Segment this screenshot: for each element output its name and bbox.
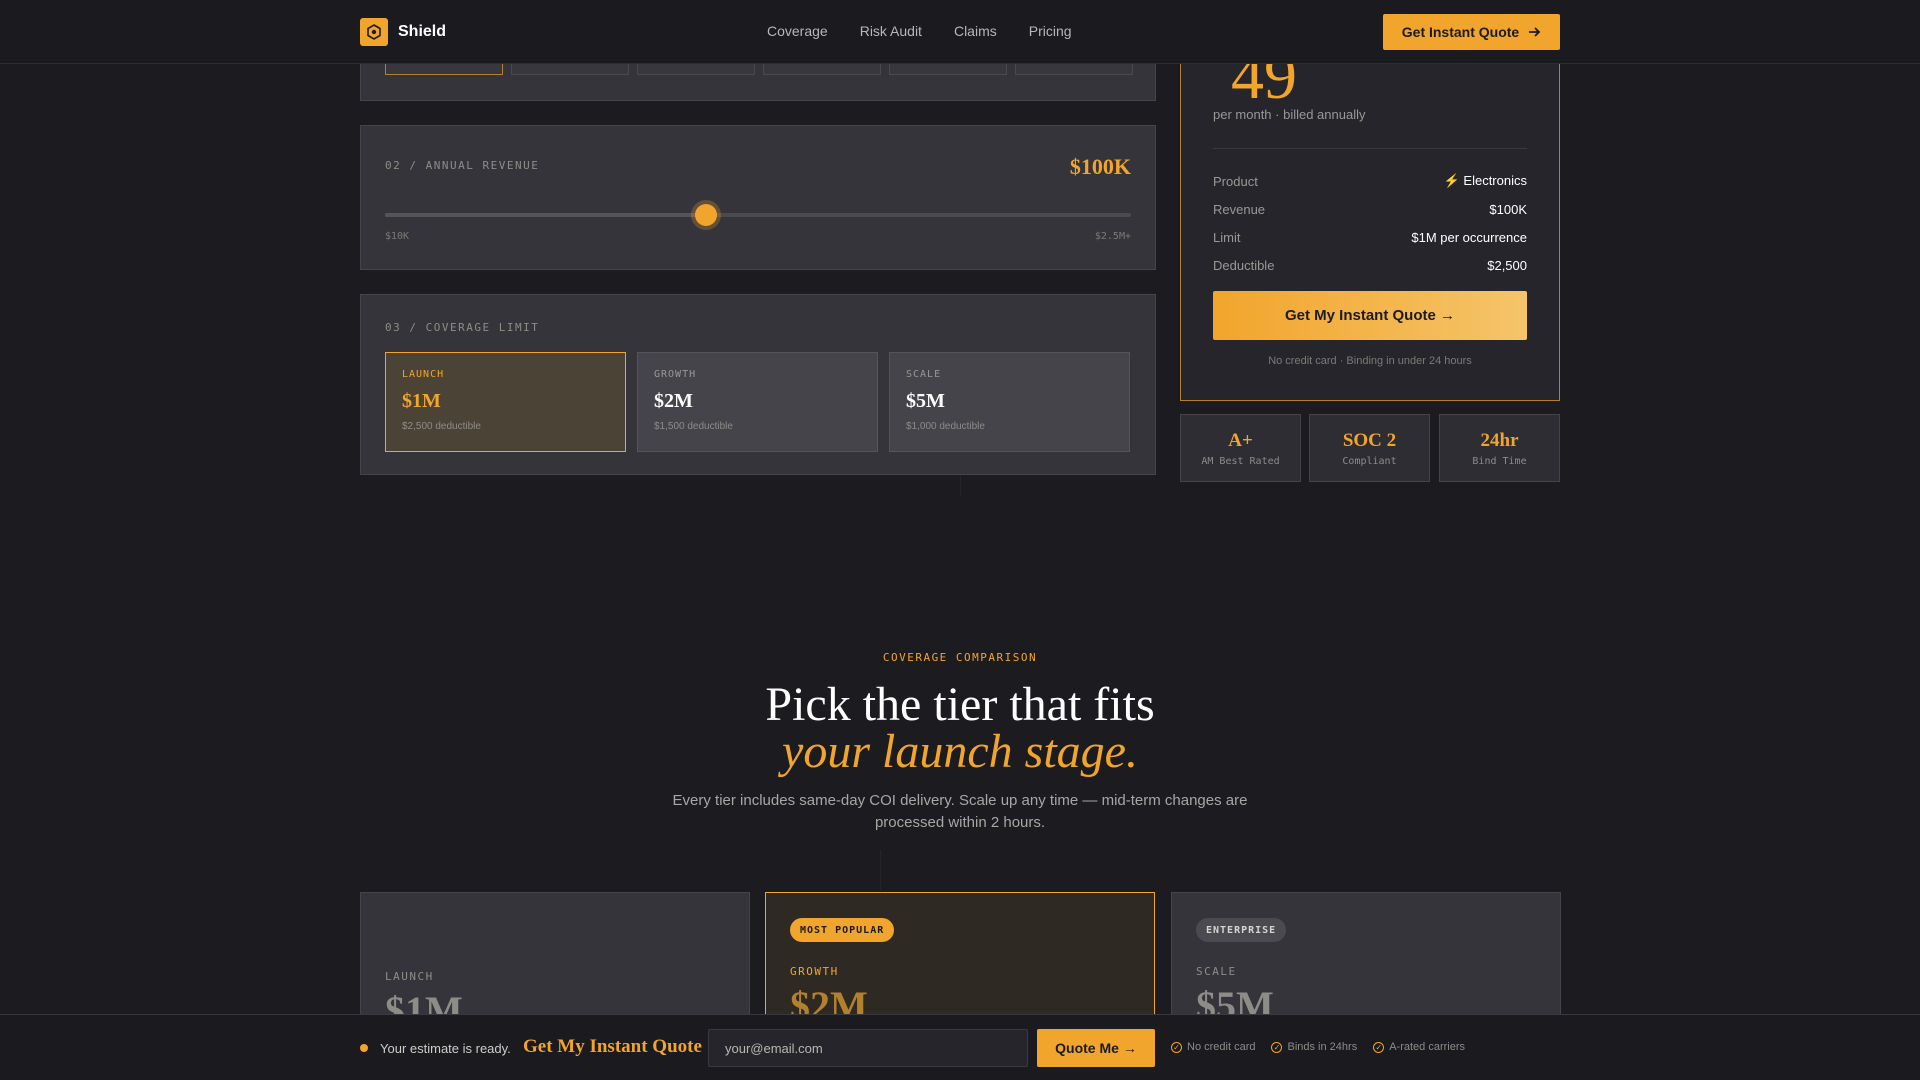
guide-line bbox=[960, 475, 961, 495]
email-input[interactable] bbox=[708, 1029, 1028, 1067]
coverage-label: 03 / COVERAGE LIMIT bbox=[385, 321, 540, 334]
revenue-label: 02 / ANNUAL REVENUE bbox=[385, 159, 540, 172]
quote-row-revenue: Revenue $100K bbox=[1213, 195, 1527, 223]
nav-links: Coverage Risk Audit Claims Pricing bbox=[767, 23, 1072, 39]
get-my-instant-quote-button[interactable]: Get My Instant Quote → bbox=[1213, 291, 1527, 340]
nav-cta-label: Get Instant Quote bbox=[1401, 24, 1520, 40]
shield-logo-icon bbox=[360, 18, 388, 46]
sticky-quote-bar: Your estimate is ready. Get My Instant Q… bbox=[0, 1014, 1920, 1080]
quote-period: per month · billed annually bbox=[1213, 107, 1366, 122]
check-icon: ✓ bbox=[1271, 1041, 1283, 1053]
slider-thumb[interactable] bbox=[694, 204, 717, 226]
badge-caption: AM Best Rated bbox=[1201, 456, 1280, 467]
coverage-tier: SCALE bbox=[906, 369, 942, 380]
row-value: $2,500 bbox=[1487, 257, 1527, 273]
quote-row-product: Product ⚡ Electronics bbox=[1213, 167, 1527, 195]
row-key: Revenue bbox=[1213, 201, 1266, 217]
tier-label: LAUNCH bbox=[385, 970, 434, 983]
row-value: $1M per occurrence bbox=[1411, 229, 1527, 245]
arrow-right-icon bbox=[1529, 27, 1541, 37]
quote-details: Product ⚡ Electronics Revenue $100K Limi… bbox=[1213, 167, 1527, 279]
quote-me-button[interactable]: Quote Me → bbox=[1037, 1029, 1155, 1067]
check-item: ✓ No credit card bbox=[1171, 1041, 1255, 1053]
check-label: A-rated carriers bbox=[1389, 1041, 1465, 1053]
badge-caption: Compliant bbox=[1342, 456, 1397, 467]
bottom-bar-title: Get My Instant Quote bbox=[523, 1036, 702, 1057]
nav-link-pricing[interactable]: Pricing bbox=[1029, 23, 1072, 39]
coverage-tier: GROWTH bbox=[654, 369, 697, 380]
badge-value: SOC 2 bbox=[1342, 430, 1397, 451]
estimate-ready-text: Your estimate is ready. bbox=[380, 1041, 511, 1056]
get-instant-quote-button[interactable]: Get Instant Quote bbox=[1383, 14, 1560, 50]
check-icon: ✓ bbox=[1373, 1041, 1385, 1053]
coverage-option-scale[interactable]: SCALE $5M $1,000 deductible bbox=[889, 352, 1130, 452]
enterprise-badge: ENTERPRISE bbox=[1196, 918, 1287, 942]
brand-name: Shield bbox=[398, 23, 447, 40]
coverage-deductible: $2,500 deductible bbox=[402, 421, 481, 432]
coverage-limit-panel: 03 / COVERAGE LIMIT LAUNCH $1M $2,500 de… bbox=[360, 294, 1156, 475]
row-key: Deductible bbox=[1213, 257, 1275, 273]
status-dot-icon bbox=[360, 1044, 368, 1052]
row-key: Product bbox=[1213, 173, 1258, 189]
slider-min-label: $10K bbox=[385, 231, 410, 242]
slider-max-label: $2.5M+ bbox=[1094, 231, 1131, 242]
badge-value: A+ bbox=[1228, 430, 1253, 451]
check-item: ✓ Binds in 24hrs bbox=[1271, 1041, 1357, 1053]
coverage-option-launch[interactable]: LAUNCH $1M $2,500 deductible bbox=[385, 352, 626, 452]
revenue-slider[interactable] bbox=[385, 204, 1131, 226]
check-label: Binds in 24hrs bbox=[1287, 1041, 1358, 1053]
coverage-deductible: $1,500 deductible bbox=[654, 421, 733, 432]
coverage-deductible: $1,000 deductible bbox=[906, 421, 985, 432]
coverage-amount: $2M bbox=[654, 390, 693, 412]
section-eyebrow: COVERAGE COMPARISON bbox=[882, 651, 1038, 664]
tier-label: SCALE bbox=[1196, 965, 1237, 978]
row-value: ⚡ Electronics bbox=[1443, 173, 1527, 188]
brand[interactable]: Shield bbox=[360, 18, 446, 46]
row-key: Limit bbox=[1213, 229, 1241, 245]
badge-am-best: A+ AM Best Rated bbox=[1180, 414, 1301, 482]
row-value: $100K bbox=[1489, 201, 1527, 217]
quote-row-deductible: Deductible $2,500 bbox=[1213, 251, 1527, 279]
coverage-tier: LAUNCH bbox=[402, 369, 445, 380]
check-label: No credit card bbox=[1187, 1041, 1256, 1053]
trust-checks: ✓ No credit card ✓ Binds in 24hrs ✓ A-ra… bbox=[1171, 1041, 1465, 1053]
top-nav: Shield Coverage Risk Audit Claims Pricin… bbox=[0, 0, 1920, 64]
nav-link-claims[interactable]: Claims bbox=[954, 23, 997, 39]
annual-revenue-panel: 02 / ANNUAL REVENUE $100K $10K $2.5M+ bbox=[360, 125, 1156, 270]
section-heading-accent: your launch stage. bbox=[782, 725, 1138, 778]
quote-note: No credit card · Binding in under 24 hou… bbox=[1268, 355, 1472, 367]
revenue-value: $100K bbox=[1069, 154, 1131, 179]
tier-label: GROWTH bbox=[790, 965, 839, 978]
slider-fill bbox=[385, 213, 706, 217]
check-icon: ✓ bbox=[1171, 1041, 1182, 1053]
quote-summary-card: 49 per month · billed annually Product ⚡… bbox=[1180, 40, 1560, 401]
quote-row-limit: Limit $1M per occurrence bbox=[1213, 223, 1527, 251]
coverage-amount: $5M bbox=[906, 390, 945, 412]
divider bbox=[1213, 148, 1527, 149]
badge-soc2: SOC 2 Compliant bbox=[1309, 414, 1430, 482]
most-popular-badge: MOST POPULAR bbox=[790, 918, 895, 942]
coverage-option-growth[interactable]: GROWTH $2M $1,500 deductible bbox=[637, 352, 878, 452]
nav-link-risk-audit[interactable]: Risk Audit bbox=[860, 23, 922, 39]
section-subcopy: Every tier includes same-day COI deliver… bbox=[672, 792, 1248, 831]
check-item: ✓ A-rated carriers bbox=[1373, 1041, 1465, 1053]
coverage-amount: $1M bbox=[402, 390, 441, 412]
badge-caption: Bind Time bbox=[1472, 456, 1527, 467]
guide-line bbox=[880, 850, 881, 890]
nav-link-coverage[interactable]: Coverage bbox=[767, 23, 828, 39]
badge-bind-time: 24hr Bind Time bbox=[1439, 414, 1560, 482]
badge-value: 24hr bbox=[1480, 430, 1519, 451]
